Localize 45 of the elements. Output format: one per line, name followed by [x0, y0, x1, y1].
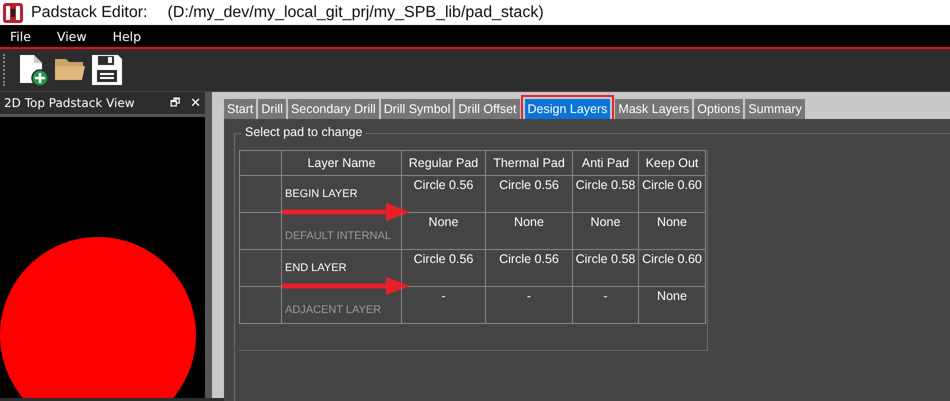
table-cell: Circle 0.56 — [402, 176, 486, 213]
tab[interactable]: Secondary Drill — [288, 99, 379, 119]
tab[interactable]: Summary — [745, 99, 805, 119]
menu-item[interactable]: File — [6, 28, 41, 44]
column-header: Layer Name — [282, 151, 402, 176]
tab[interactable]: Mask Layers — [615, 99, 692, 119]
table-cell: Circle 0.56 — [486, 176, 573, 213]
tab[interactable]: Start — [224, 99, 256, 119]
column-header: Keep Out — [639, 151, 706, 176]
window-path: (D:/my_dev/my_local_git_prj/my_SPB_lib/pad_stack) — [168, 4, 544, 22]
column-header: Regular Pad — [402, 151, 486, 176]
table-cell: - — [573, 287, 639, 324]
column-header: Thermal Pad — [486, 151, 573, 176]
table-cell: Circle 0.58 — [573, 250, 639, 287]
table-cell: Circle 0.56 — [402, 250, 486, 287]
tab[interactable]: Drill Offset — [455, 99, 520, 119]
table-cell: None — [639, 287, 706, 324]
tab[interactable]: Options — [694, 99, 744, 119]
tab[interactable]: Drill — [258, 99, 286, 119]
panel-title: 2D Top Padstack View — [4, 96, 136, 110]
app-logo-icon — [3, 2, 23, 22]
tab[interactable]: Drill Symbol — [380, 99, 454, 119]
table-cell: Circle 0.60 — [639, 176, 706, 213]
menu-item[interactable]: Help — [108, 28, 152, 44]
table-cell: None — [402, 213, 486, 250]
save-icon[interactable] — [90, 53, 124, 87]
window-title: Padstack Editor: — [31, 4, 148, 22]
table-cell: None — [573, 213, 639, 250]
table-cell: - — [486, 287, 573, 324]
table-cell: END LAYER — [282, 250, 402, 287]
table-cell: DEFAULT INTERNAL — [282, 213, 402, 250]
table-cell: BEGIN LAYER — [282, 176, 402, 213]
table-cell: None — [639, 213, 706, 250]
table-cell: ADJACENT LAYER — [282, 287, 402, 324]
table-cell: Circle 0.60 — [639, 250, 706, 287]
group-title: Select pad to change — [241, 125, 366, 139]
menu-item[interactable]: View — [52, 28, 97, 44]
table-cell: None — [486, 213, 573, 250]
table-cell: Circle 0.58 — [573, 176, 639, 213]
column-header: Anti Pad — [573, 151, 639, 176]
close-button[interactable]: ✕ — [190, 96, 201, 110]
float-button[interactable]: 🗗 — [170, 94, 180, 112]
table-cell: - — [402, 287, 486, 324]
tab[interactable]: Design Layers — [524, 99, 610, 119]
table-cell: Circle 0.56 — [486, 250, 573, 287]
